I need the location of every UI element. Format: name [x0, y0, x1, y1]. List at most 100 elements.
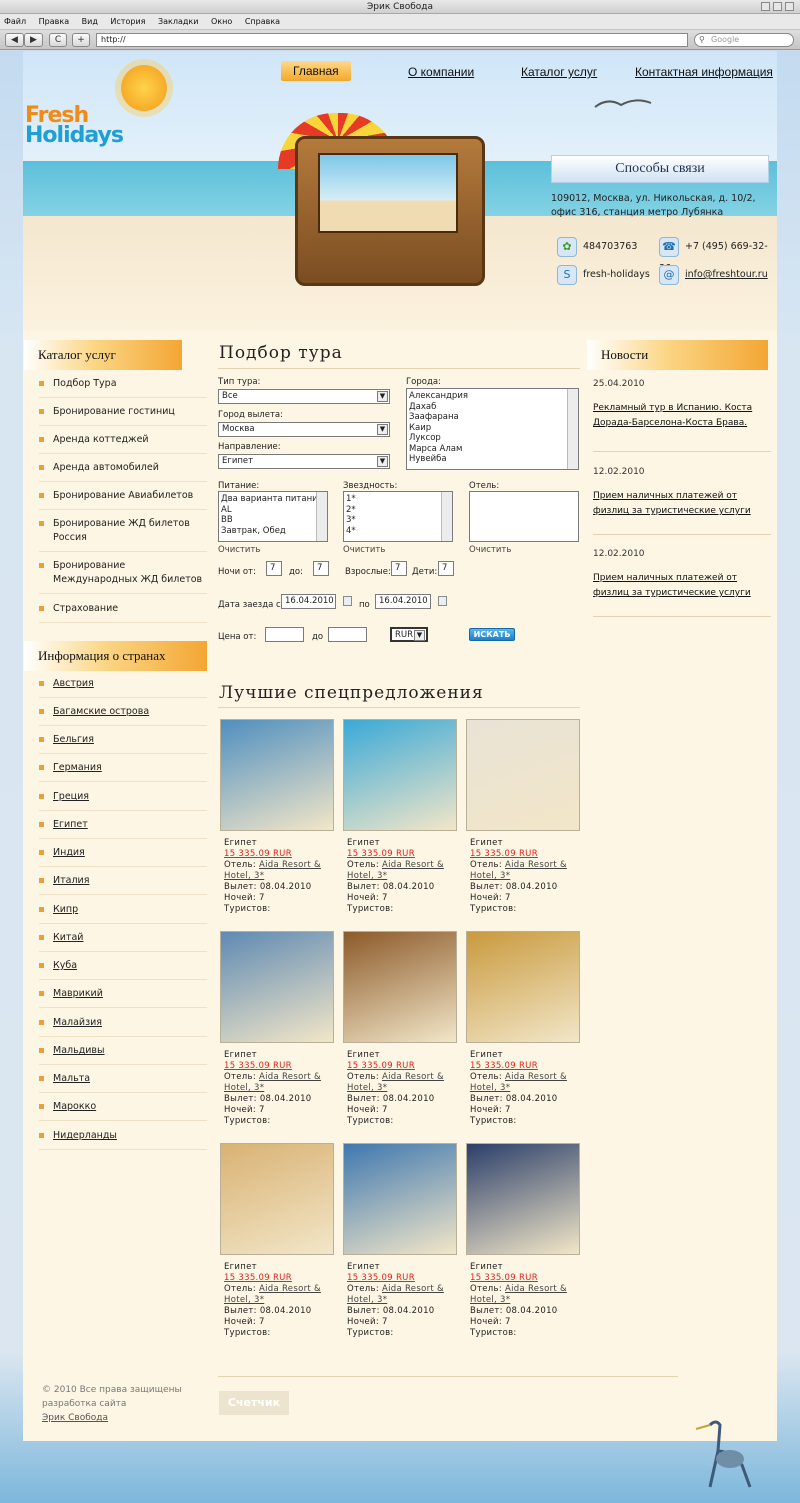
hotel-photo[interactable] — [220, 1143, 334, 1255]
menu-history[interactable]: История — [110, 17, 145, 26]
stars-clear-link[interactable]: Очистить — [343, 545, 385, 555]
menu-edit[interactable]: Правка — [39, 17, 69, 26]
menu-view[interactable]: Вид — [82, 17, 98, 26]
price-from-input[interactable] — [265, 627, 304, 642]
offer-card[interactable]: Египет 15 335.09 RUR Отель: Aida Resort & H… — [466, 1143, 582, 1339]
date-to-input[interactable]: 16.04.2010 — [375, 594, 431, 609]
hotel-listbox[interactable] — [469, 491, 579, 542]
city-option[interactable]: Нувейба — [409, 454, 578, 465]
offer-hotel-link[interactable]: Aida Resort & — [382, 1284, 444, 1294]
scrollbar[interactable] — [567, 389, 578, 469]
country-item[interactable]: Мальта — [39, 1072, 207, 1093]
country-item[interactable]: Маврикий — [39, 987, 207, 1008]
offer-hotel-link-cont[interactable]: Hotel, 3* — [470, 1295, 582, 1306]
hotel-photo[interactable] — [343, 719, 457, 831]
offer-hotel-link-cont[interactable]: Hotel, 3* — [470, 871, 582, 882]
offer-hotel-link[interactable]: Aida Resort & — [259, 1072, 321, 1082]
country-item[interactable]: Куба — [39, 959, 207, 980]
nav-catalog[interactable]: Каталог услуг — [521, 65, 597, 79]
browser-search-field[interactable]: ⚲ Google — [694, 33, 794, 47]
close-icon[interactable] — [785, 2, 794, 11]
offer-hotel-link[interactable]: Aida Resort & — [505, 1072, 567, 1082]
catalog-item-rail-international[interactable]: Бронирование Международных ЖД билетов — [39, 559, 207, 594]
catalog-item-cars[interactable]: Аренда автомобилей — [39, 461, 207, 482]
back-button[interactable]: ◀ — [5, 33, 24, 47]
catalog-item-cottages[interactable]: Аренда коттеджей — [39, 433, 207, 454]
country-item[interactable]: Италия — [39, 874, 207, 895]
offer-hotel-link[interactable]: Aida Resort & — [505, 1284, 567, 1294]
offer-hotel-link-cont[interactable]: Hotel, 3* — [224, 1295, 336, 1306]
meal-listbox[interactable]: Два варианта питания AL BB Завтрак, Обед — [218, 491, 328, 542]
offer-card[interactable]: Египет 15 335.09 RUR Отель: Aida Resort & H… — [343, 931, 459, 1127]
menu-file[interactable]: Файл — [4, 17, 26, 26]
stars-listbox[interactable]: 1* 2* 3* 4* — [343, 491, 453, 542]
author-link[interactable]: Эрик Свобода — [42, 1411, 182, 1425]
children-input[interactable]: 7 — [438, 561, 454, 576]
country-item[interactable]: Бельгия — [39, 733, 207, 754]
news-link[interactable]: Прием наличных платежей от физлиц за тур… — [593, 489, 771, 519]
nav-contacts[interactable]: Контактная информация — [635, 65, 773, 79]
offer-card[interactable]: Египет 15 335.09 RUR Отель: Aida Resort & H… — [343, 719, 459, 915]
offer-hotel-link-cont[interactable]: Hotel, 3* — [470, 1083, 582, 1094]
direction-select[interactable]: Египет ▼ — [218, 454, 390, 469]
hotel-clear-link[interactable]: Очистить — [469, 545, 511, 555]
meal-option[interactable]: Завтрак, Обед — [221, 526, 327, 537]
country-item[interactable]: Малайзия — [39, 1016, 207, 1037]
offer-card[interactable]: Египет 15 335.09 RUR Отель: Aida Resort & H… — [220, 719, 336, 915]
catalog-item-tour-selection[interactable]: Подбор Тура — [39, 377, 207, 398]
offer-card[interactable]: Египет 15 335.09 RUR Отель: Aida Resort & H… — [220, 931, 336, 1127]
offer-card[interactable]: Египет 15 335.09 RUR Отель: Aida Resort & H… — [466, 931, 582, 1127]
offer-price[interactable]: 15 335.09 RUR — [470, 1273, 582, 1284]
offer-hotel-link[interactable]: Aida Resort & — [259, 1284, 321, 1294]
hotel-photo[interactable] — [220, 931, 334, 1043]
menu-help[interactable]: Справка — [245, 17, 280, 26]
country-item[interactable]: Марокко — [39, 1100, 207, 1121]
offer-price[interactable]: 15 335.09 RUR — [347, 1273, 459, 1284]
offer-hotel-link[interactable]: Aida Resort & — [382, 1072, 444, 1082]
scrollbar[interactable] — [441, 492, 452, 541]
hotel-photo[interactable] — [466, 1143, 580, 1255]
cities-listbox[interactable]: Александрия Дахаб Заафарана Каир Луксор … — [406, 388, 579, 470]
news-link[interactable]: Рекламный тур в Испанию. Коста Дорада-Ба… — [593, 401, 771, 431]
offer-card[interactable]: Египет 15 335.09 RUR Отель: Aida Resort & H… — [220, 1143, 336, 1339]
star-option[interactable]: 4* — [346, 526, 452, 537]
offer-price[interactable]: 15 335.09 RUR — [224, 1061, 336, 1072]
price-to-input[interactable] — [328, 627, 367, 642]
country-item[interactable]: Нидерланды — [39, 1129, 207, 1150]
scrollbar[interactable] — [316, 492, 327, 541]
country-item[interactable]: Мальдивы — [39, 1044, 207, 1065]
nav-about[interactable]: О компании — [408, 65, 474, 79]
maximize-icon[interactable] — [773, 2, 782, 11]
forward-button[interactable]: ▶ — [24, 33, 43, 47]
hotel-photo[interactable] — [343, 1143, 457, 1255]
offer-card[interactable]: Египет 15 335.09 RUR Отель: Aida Resort & H… — [343, 1143, 459, 1339]
catalog-item-flights[interactable]: Бронирование Авиабилетов — [39, 489, 207, 510]
offer-hotel-link-cont[interactable]: Hotel, 3* — [224, 871, 336, 882]
city-option[interactable]: Дахаб — [409, 402, 578, 413]
country-item[interactable]: Индия — [39, 846, 207, 867]
offer-price[interactable]: 15 335.09 RUR — [470, 1061, 582, 1072]
catalog-item-insurance[interactable]: Страхование — [39, 602, 207, 623]
news-link[interactable]: Прием наличных платежей от физлиц за тур… — [593, 571, 771, 601]
meal-clear-link[interactable]: Очистить — [218, 545, 260, 555]
country-item[interactable]: Египет — [39, 818, 207, 839]
offer-hotel-link-cont[interactable]: Hotel, 3* — [347, 1083, 459, 1094]
departure-select[interactable]: Москва ▼ — [218, 422, 390, 437]
city-option[interactable]: Луксор — [409, 433, 578, 444]
offer-card[interactable]: Египет 15 335.09 RUR Отель: Aida Resort & H… — [466, 719, 582, 915]
add-bookmark-button[interactable]: + — [72, 33, 90, 47]
adults-input[interactable]: 7 — [391, 561, 407, 576]
catalog-item-rail-russia[interactable]: Бронирование ЖД билетов Россия — [39, 517, 207, 552]
star-option[interactable]: 3* — [346, 515, 452, 526]
offer-price[interactable]: 15 335.09 RUR — [224, 1273, 336, 1284]
hotel-photo[interactable] — [220, 719, 334, 831]
country-item[interactable]: Багамские острова — [39, 705, 207, 726]
offer-price[interactable]: 15 335.09 RUR — [347, 849, 459, 860]
city-option[interactable]: Каир — [409, 423, 578, 434]
offer-price[interactable]: 15 335.09 RUR — [224, 849, 336, 860]
country-item[interactable]: Австрия — [39, 677, 207, 698]
offer-hotel-link-cont[interactable]: Hotel, 3* — [347, 1295, 459, 1306]
city-option[interactable]: Александрия — [409, 391, 578, 402]
hotel-photo[interactable] — [343, 931, 457, 1043]
country-item[interactable]: Греция — [39, 790, 207, 811]
